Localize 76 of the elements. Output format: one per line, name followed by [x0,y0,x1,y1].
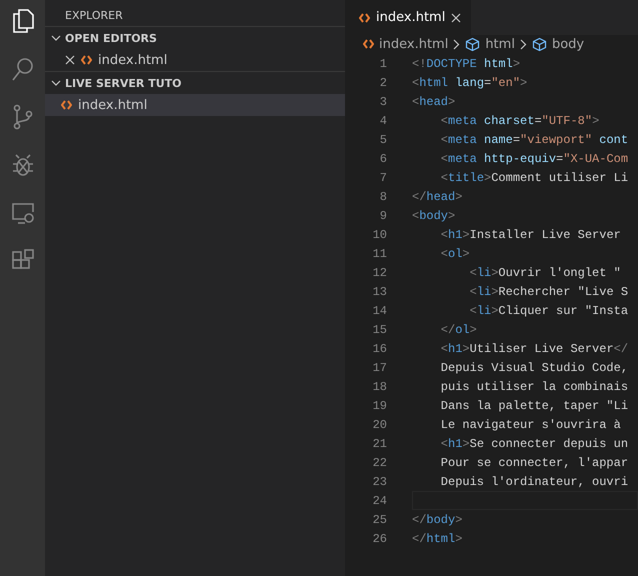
code-line: Dans la palette, taper "Li [440,398,628,412]
line-number: 10 [372,228,387,242]
breadcrumb[interactable]: html [465,36,515,52]
section-header[interactable]: OPEN EDITORS [45,26,345,49]
line-number: 3 [378,94,387,108]
code-icon [61,100,72,110]
editor-tab[interactable]: index.html [345,0,472,35]
code-line: <li>Ouvrir l'onglet " [468,266,621,280]
line-number: 21 [372,436,387,450]
search-icon[interactable] [10,56,34,82]
line-number: 23 [372,474,387,488]
code-line: <h1>Installer Live Server [440,228,621,242]
line-number: 16 [372,342,387,356]
breadcrumb[interactable]: index.html [363,36,448,52]
line-number: 20 [372,418,387,432]
sidebar-title: EXPLORER [64,8,124,24]
line-number: 4 [378,114,387,128]
line-number: 19 [372,398,387,412]
code-line: Pour se connecter, l'appar [440,456,628,470]
code-line: <!DOCTYPE html> [412,56,520,70]
code-line: </head> [412,190,462,204]
line-number: 13 [372,284,387,298]
monitor-icon[interactable] [10,200,34,226]
chevron-icon [453,38,460,50]
code-line: Le navigateur s'ouvrira à [440,418,621,432]
line-number: 5 [378,132,387,146]
code-line: <h1>Se connecter depuis un [440,436,628,450]
code-line: <ol> [440,246,470,260]
code-line: Depuis Visual Studio Code, [440,360,628,374]
code-line: </body> [412,512,462,526]
code-icon [363,39,374,49]
close-icon[interactable] [451,12,462,22]
line-number: 7 [378,170,387,184]
line-number: 22 [372,456,387,470]
line-number: 15 [372,322,387,336]
line-number: 24 [372,494,387,508]
breadcrumb[interactable]: body [532,36,584,52]
chevron-icon [520,38,527,50]
source-control-icon[interactable] [10,104,34,130]
code-line: </html> [412,532,462,546]
line-number: 18 [372,380,387,394]
code-line: Depuis l'ordinateur, ouvri [440,474,628,488]
files-icon[interactable] [10,8,34,34]
line-number: 12 [372,266,387,280]
code-line: <html lang="en"> [412,76,528,90]
code-line: <li>Rechercher "Live S [468,284,628,298]
code-icon [359,12,370,22]
chevron-icon [51,78,61,88]
file-item[interactable]: index.html [45,49,345,71]
chevron-icon [51,33,61,43]
close-icon[interactable] [65,55,75,65]
code-line: puis utiliser la combinais [440,380,628,394]
line-number: 9 [378,208,387,222]
code-line: <meta charset="UTF-8"> [440,114,600,128]
line-number: 1 [378,56,387,70]
code-line: <li>Cliquer sur "Insta [468,304,628,318]
cube-icon [532,36,547,52]
code-line: <title>Comment utiliser Li [440,170,628,184]
line-number: 14 [372,304,387,318]
line-number: 6 [378,152,387,166]
code-icon [81,55,92,65]
code-line: <body> [412,208,456,222]
line-number: 2 [378,76,387,90]
code-line: <meta http-equiv="X-UA-Com [440,152,628,166]
line-number: 26 [372,532,387,546]
code-line: </ol> [440,322,477,336]
file-item[interactable]: index.html [45,94,345,116]
code-line: <h1>Utiliser Live Server</ [440,342,628,356]
line-number: 8 [378,190,387,204]
line-number: 25 [372,512,387,526]
cube-icon [465,36,480,52]
line-number: 17 [372,360,387,374]
code-line: <meta name="viewport" cont [440,132,628,146]
line-number: 11 [372,246,387,260]
bug-icon[interactable] [10,152,34,178]
code-line: <head> [412,94,456,108]
